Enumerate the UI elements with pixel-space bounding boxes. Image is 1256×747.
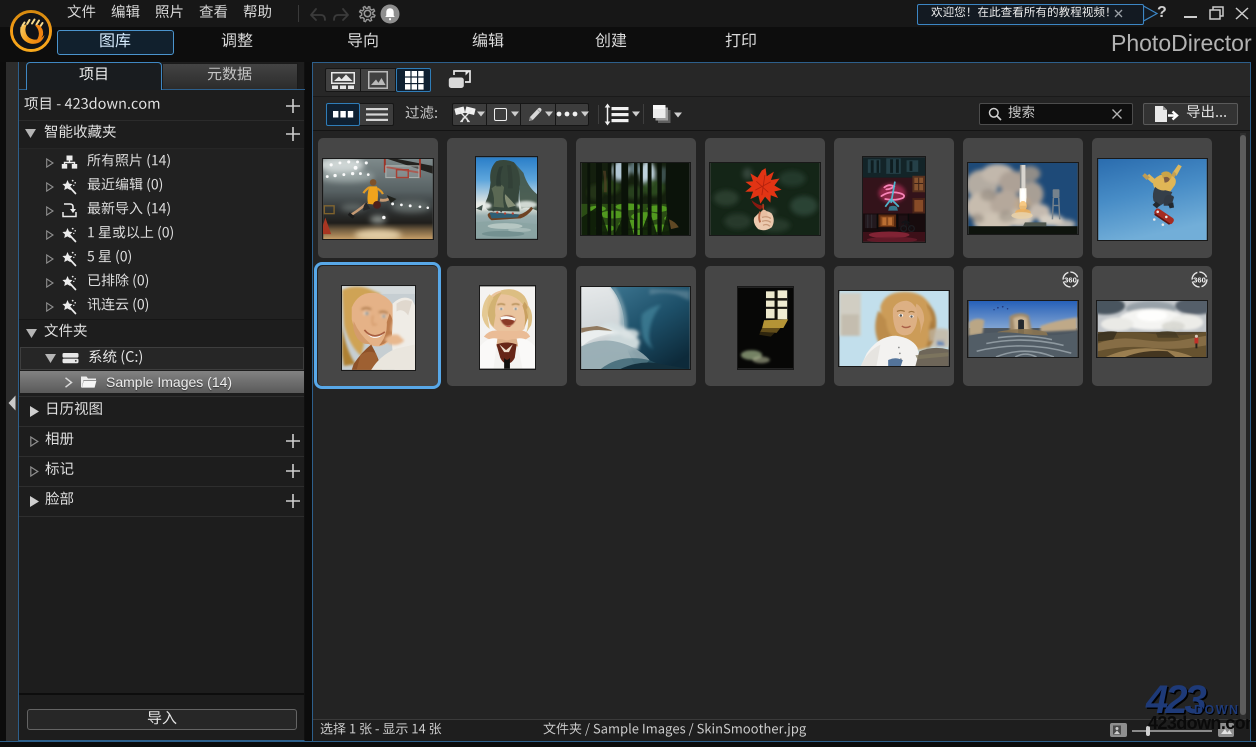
svg-text:360: 360 [1064,275,1077,284]
svg-text:360: 360 [1193,275,1206,284]
